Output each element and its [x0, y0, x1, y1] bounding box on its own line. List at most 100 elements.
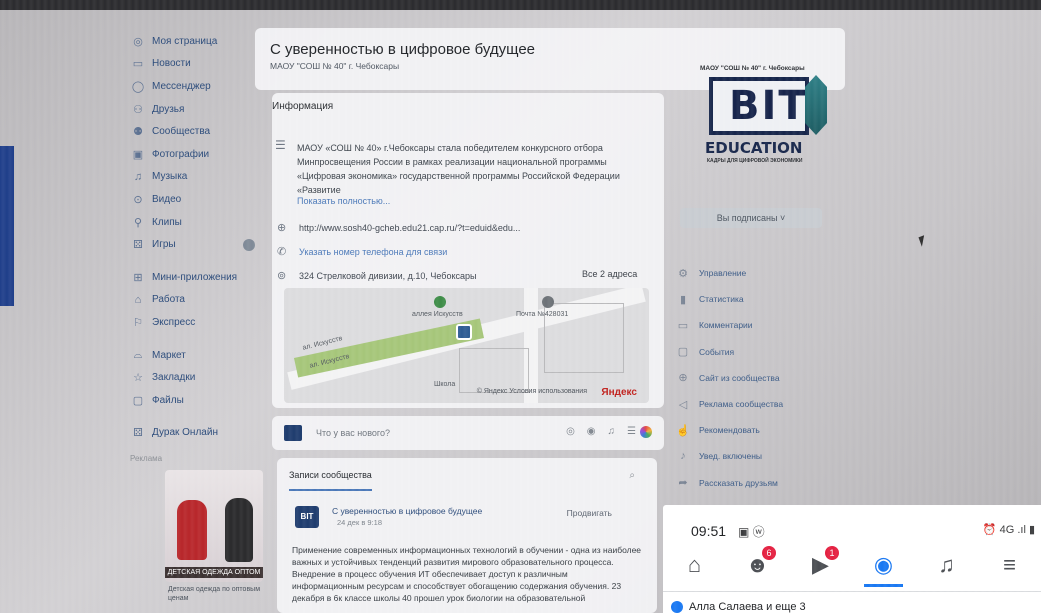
- post-avatar[interactable]: BIT: [295, 506, 319, 528]
- globe-icon: ⊕: [678, 372, 688, 385]
- location-pin-icon: ⊚: [277, 270, 287, 282]
- home-icon[interactable]: ⌂: [663, 552, 726, 578]
- post-composer[interactable]: Что у вас нового? ◎ ◉ ♫ ☰: [272, 416, 664, 450]
- description-text: МАОУ «СОШ № 40» г.Чебоксары стала победи…: [297, 143, 620, 195]
- post-date[interactable]: 24 дек в 9:18: [337, 518, 382, 527]
- wall-card: Записи сообщества ⌕ BIT С уверенностью в…: [277, 458, 657, 613]
- profile-icon[interactable]: ◉: [852, 552, 915, 587]
- video-icon: ⊙: [133, 193, 143, 206]
- menu-item-recommend[interactable]: ☝ Рекомендовать: [675, 417, 835, 443]
- ads-label: Реклама: [130, 454, 163, 464]
- nav-item-communities[interactable]: ⚉ Сообщества: [130, 120, 255, 143]
- clips-icon: ⚲: [133, 216, 143, 229]
- camera-icon[interactable]: ◎: [566, 426, 575, 437]
- map[interactable]: ал. Искусств ал. Искусств аллея Искусств…: [284, 288, 649, 403]
- logo-subtitle: КАДРЫ ДЛЯ ЦИФРОВОЙ ЭКОНОМИКИ: [707, 158, 803, 164]
- event-icon: ▢: [677, 346, 689, 359]
- bag-icon: ⌓: [133, 348, 143, 361]
- phone-icon: ✆: [277, 246, 287, 258]
- search-icon[interactable]: ⌕: [629, 470, 635, 481]
- description-icon: ☰: [275, 138, 286, 152]
- nav-item-clips[interactable]: ⚲ Клипы: [130, 211, 255, 234]
- show-more-link[interactable]: Показать полностью...: [297, 196, 390, 206]
- yandex-logo: Яндекс: [601, 387, 637, 398]
- phone-system-icons: ⏰ 4G .ıl ▮: [982, 524, 1035, 536]
- user-circle-icon: ◎: [133, 35, 143, 48]
- menu-item-ads[interactable]: ◁ Реклама сообщества: [675, 391, 835, 417]
- news-icon: ▭: [132, 58, 144, 71]
- map-park-pin-icon[interactable]: [434, 296, 446, 308]
- nav-item-news[interactable]: ▭ Новости: [130, 53, 255, 76]
- logo-education-text: EDUCATION: [705, 139, 803, 157]
- phone-clock: 09:51: [691, 523, 727, 539]
- nav-item-mini-apps[interactable]: ⊞ Мини-приложения: [130, 266, 255, 289]
- nav-item-video[interactable]: ⊙ Видео: [130, 188, 255, 211]
- map-post-pin-icon[interactable]: [542, 296, 554, 308]
- ad-text[interactable]: Детская одежда по оптовым ценам: [168, 585, 264, 603]
- community-logo[interactable]: МАОУ "СОШ № 40" г. Чебоксары BIT EDUCATI…: [695, 55, 830, 185]
- promote-button[interactable]: Продвигать: [567, 508, 612, 518]
- games-badge: [243, 238, 255, 251]
- nav-item-photos[interactable]: ▣ Фотографии: [130, 143, 255, 166]
- website-row[interactable]: ⊕ http://www.sosh40-gcheb.edu21.cap.ru/?t…: [277, 221, 520, 234]
- thumb-up-icon: ☝: [676, 424, 690, 437]
- monitor-bezel: [0, 0, 1041, 10]
- watch-icon[interactable]: ▶ 1: [789, 546, 852, 578]
- stats-icon: ▮: [679, 293, 687, 306]
- fb-reaction-icon: [671, 601, 683, 613]
- menu-icon[interactable]: ≡: [978, 552, 1041, 578]
- nav-item-files[interactable]: ▢ Файлы: [130, 389, 255, 412]
- mouse-cursor-icon: [918, 235, 928, 247]
- left-nav: ◎ Моя страница ▭ Новости ◯ Мессенджер ⚇ Друз…: [130, 30, 255, 463]
- logo-bit-text: BIT: [729, 83, 808, 129]
- fb-notification-row[interactable]: Алла Салаева и еще 3: [671, 601, 806, 613]
- subscribed-button[interactable]: Вы подписаны ˅: [680, 208, 822, 228]
- notifications-icon[interactable]: ♫: [915, 552, 978, 578]
- article-icon[interactable]: ☰: [627, 426, 636, 437]
- nav-item-express[interactable]: ⚐ Экспресс: [130, 311, 255, 334]
- menu-item-events[interactable]: ▢ События: [675, 339, 835, 365]
- menu-item-comments[interactable]: ▭ Комментарии: [675, 312, 835, 338]
- address-row[interactable]: ⊚ 324 Стрелковой дивизии, д.10, Чебоксары: [277, 269, 476, 282]
- info-section-title: Информация: [272, 101, 334, 112]
- photo-icon: ▣: [132, 148, 144, 161]
- music-note-icon[interactable]: ♫: [608, 426, 616, 437]
- ad-image[interactable]: ДЕТСКАЯ ОДЕЖДА ОПТОМ: [165, 470, 263, 582]
- composer-avatar: [284, 425, 302, 441]
- post-text: Применение современных информационных те…: [292, 545, 642, 603]
- nav-item-music[interactable]: ♫ Музыка: [130, 166, 255, 189]
- file-icon: ▢: [132, 394, 144, 407]
- watch-badge: 1: [825, 546, 839, 560]
- groups-icon[interactable]: ☻ 6: [726, 546, 789, 578]
- nav-item-friends[interactable]: ⚇ Друзья: [130, 98, 255, 121]
- composer-placeholder[interactable]: Что у вас нового?: [316, 428, 390, 438]
- fb-tab-bar: ⌂ ☻ 6 ▶ 1 ◉ ♫ ≡: [663, 546, 1041, 587]
- nav-item-durak-game[interactable]: ⚄ Дурак Онлайн: [130, 422, 255, 445]
- globe-icon: ⊕: [277, 222, 287, 234]
- menu-item-stats[interactable]: ▮ Статистика: [675, 286, 835, 312]
- menu-item-share[interactable]: ➦ Рассказать друзьям: [675, 470, 835, 496]
- map-copyright[interactable]: © Яндекс Условия использования: [477, 388, 587, 395]
- nav-item-market[interactable]: ⌓ Маркет: [130, 344, 255, 367]
- nav-item-messenger[interactable]: ◯ Мессенджер: [130, 75, 255, 98]
- menu-item-manage[interactable]: ⚙ Управление: [675, 260, 835, 286]
- color-palette-icon[interactable]: [640, 426, 652, 438]
- logo-school-label: МАОУ "СОШ № 40" г. Чебоксары: [700, 65, 805, 72]
- post-author[interactable]: С уверенностью в цифровое будущее: [332, 506, 482, 516]
- menu-item-notifications[interactable]: ♪ Увед. включены: [675, 443, 835, 469]
- info-card: Информация ☰ МАОУ «СОШ № 40» г.Чебоксары…: [272, 93, 664, 408]
- map-school-marker-icon[interactable]: [456, 324, 472, 340]
- menu-item-site[interactable]: ⊕ Сайт из сообщества: [675, 365, 835, 391]
- page-subtitle: МАОУ "СОШ № 40" г. Чебоксары: [270, 61, 400, 71]
- map-poi-post: Почта №428031: [516, 311, 569, 318]
- nav-item-bookmarks[interactable]: ☆ Закладки: [130, 366, 255, 389]
- nav-item-my-page[interactable]: ◎ Моя страница: [130, 30, 255, 53]
- phone-status-icons: ▣ ⓦ: [738, 525, 765, 539]
- all-addresses-link[interactable]: Все 2 адреса: [582, 269, 637, 279]
- nav-item-work[interactable]: ⌂ Работа: [130, 289, 255, 312]
- star-icon: ☆: [133, 372, 143, 385]
- video-camera-icon[interactable]: ◉: [587, 426, 596, 437]
- tab-community-posts[interactable]: Записи сообщества: [289, 470, 372, 491]
- phone-row[interactable]: ✆ Указать номер телефона для связи: [277, 245, 447, 258]
- nav-item-games[interactable]: ⚄ Игры: [130, 233, 255, 256]
